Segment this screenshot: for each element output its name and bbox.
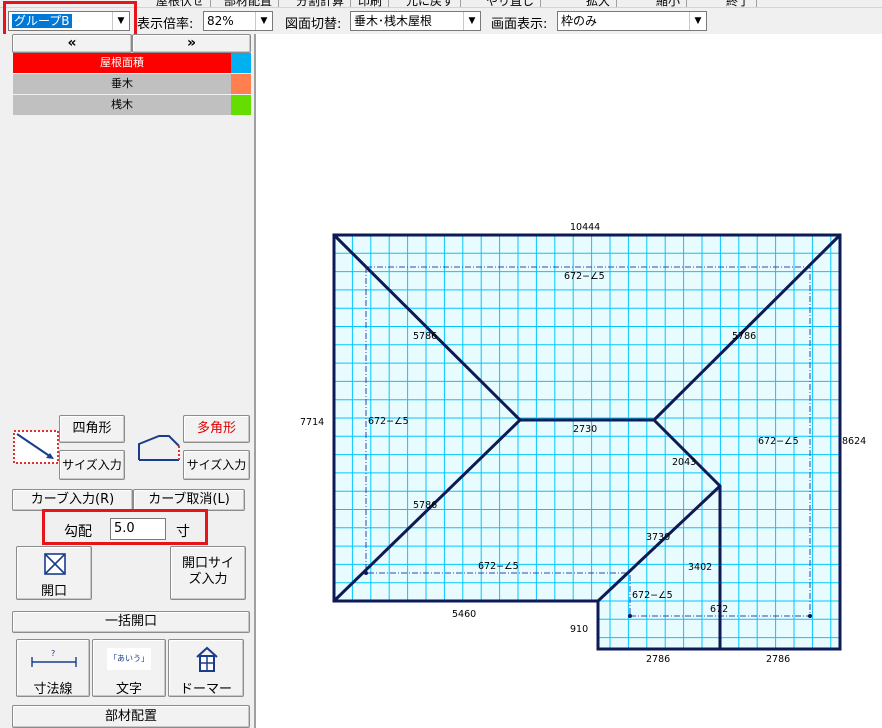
hip-label: 5786 [413,331,437,342]
hip-label: 5786 [413,500,437,511]
menu-item-parts[interactable]: 部材配置 [218,0,280,7]
layer-row[interactable]: 屋根面積 [13,53,231,73]
menu-item-exit[interactable]: 終了 [720,0,758,7]
polygon-button[interactable]: 多角形 [183,415,250,443]
chevron-down-icon[interactable]: ▼ [463,12,480,30]
curve-input-button[interactable]: カーブ入力(R) [12,489,133,511]
text-icon: 「あいう」 [107,648,151,670]
valley-label: 3402 [688,562,712,573]
dormer-button[interactable]: ドーマー [168,639,244,697]
eave-label: 672−∠5 [632,590,673,601]
valley-label: 3730 [646,532,670,543]
dim-step-left: 910 [570,624,588,635]
parts-placement-button[interactable]: 部材配置 [12,705,250,728]
eave-label: 672−∠5 [478,561,519,572]
scale-select-value: 82% [207,14,234,28]
dimension-line-label: 寸法線 [33,682,73,697]
dim-left: 7714 [300,417,324,428]
scale-select[interactable]: 82% ▼ [203,11,273,31]
valley-label: 2043 [672,457,696,468]
polygon-size-input-button[interactable]: サイズ入力 [183,450,250,480]
valley-label: 672 [710,604,728,615]
layer-color-swatch[interactable] [231,95,251,115]
dim-right: 8624 [842,436,866,447]
dimension-line-button[interactable]: ? 寸法線 [16,639,90,697]
eave-marker [808,614,812,618]
hip-label: 5786 [732,331,756,342]
rectangle-icon[interactable] [13,430,59,464]
rectangle-size-input-button[interactable]: サイズ入力 [59,450,125,480]
view-select-value: 垂木･桟木屋根 [354,14,433,28]
next-button[interactable]: » [132,34,251,53]
layer-color-swatch[interactable] [231,53,251,73]
chevron-down-icon[interactable]: ▼ [255,12,272,30]
dimension-line-icon: ? [31,649,77,667]
layer-color-swatch[interactable] [231,74,251,94]
prev-button[interactable]: « [12,34,132,53]
eave-marker [628,614,632,618]
layer-row[interactable]: 桟木 [13,95,231,115]
menu-item-zoom-out[interactable]: 縮小 [650,0,688,7]
drawing-canvas[interactable]: 10444 7714 8624 5460 910 2786 2786 5786 … [258,34,882,728]
layer-list-empty-area [12,117,252,422]
chevron-down-icon[interactable]: ▼ [689,12,706,30]
opening-button[interactable]: 開口 [16,546,92,600]
display-select-value: 枠のみ [561,14,598,28]
roof-plan[interactable]: 10444 7714 8624 5460 910 2786 2786 5786 … [258,34,882,728]
dim-bottom-left: 5460 [452,609,476,620]
menu-item-print[interactable]: 印刷 [352,0,390,7]
opening-size-input-button[interactable]: 開口サイズ入力 [170,546,246,600]
eave-label: 672−∠5 [758,436,799,447]
opening-icon [44,553,66,575]
menu-item-calc[interactable]: 分割計算 [290,0,352,7]
display-select[interactable]: 枠のみ ▼ [557,11,707,31]
bulk-opening-button[interactable]: 一括開口 [12,611,250,633]
polygon-icon[interactable] [135,430,183,464]
layer-row[interactable]: 垂木 [13,74,231,94]
view-label: 図面切替: [285,17,342,32]
view-select[interactable]: 垂木･桟木屋根 ▼ [350,11,481,31]
ridge-label: 2730 [573,424,597,435]
dim-top: 10444 [570,222,600,233]
text-label: 文字 [115,682,142,697]
menu-item-zoom-in[interactable]: 拡大 [580,0,618,7]
scale-label: 表示倍率: [137,17,194,32]
display-label: 画面表示: [491,17,548,32]
dormer-icon [196,646,218,672]
menu-item-undo[interactable]: 元に戻す [400,0,462,7]
eave-label: 672−∠5 [564,271,605,282]
dim-bottom-a: 2786 [646,654,670,665]
opening-label: 開口 [40,584,67,599]
tool-panel: « » 屋根面積 垂木 桟木 四角形 サイズ入力 多角形 サイズ入力 カーブ入力(R… [0,34,256,728]
svg-text:?: ? [51,649,55,658]
dim-bottom-b: 2786 [766,654,790,665]
rectangle-button[interactable]: 四角形 [59,415,125,443]
menu-item-redo[interactable]: やり直し [480,0,542,7]
eave-label: 672−∠5 [368,416,409,427]
dormer-label: ドーマー [179,682,232,697]
menu-item-roof[interactable]: 屋根伏せ [150,0,212,7]
highlight-slope-input [42,509,208,545]
curve-cancel-button[interactable]: カーブ取消(L) [133,489,245,511]
text-button[interactable]: 「あいう」 文字 [92,639,166,697]
